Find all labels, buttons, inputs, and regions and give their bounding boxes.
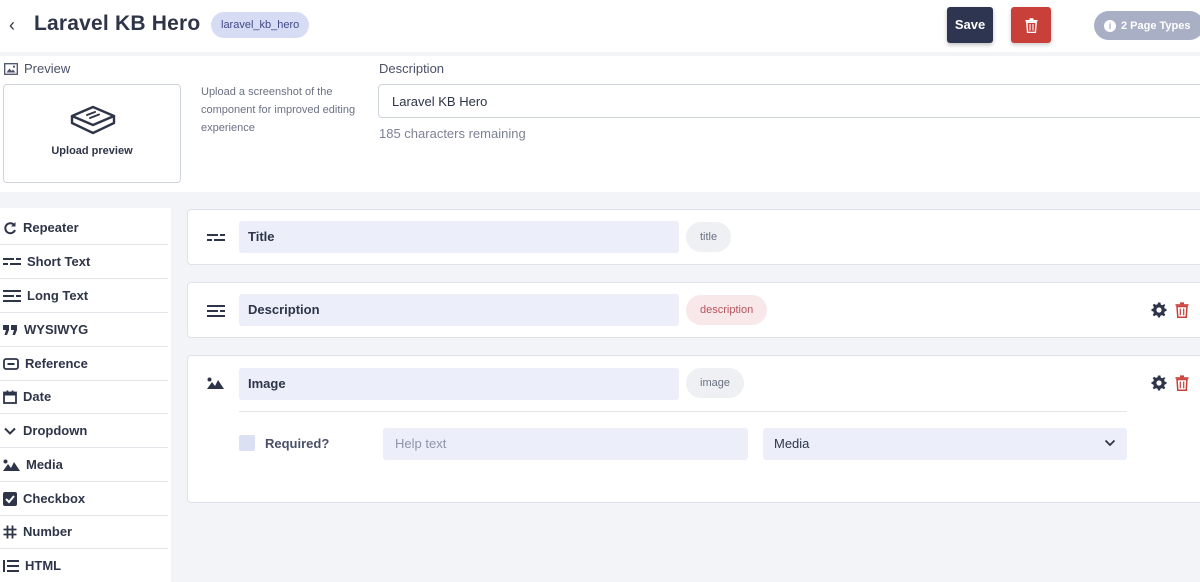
long-text-icon <box>3 289 21 302</box>
sidebar-item-html[interactable]: HTML <box>0 549 168 582</box>
sidebar-item-reference[interactable]: Reference <box>0 347 168 381</box>
component-settings-panel: Preview Upload preview Upload a screensh… <box>0 56 1200 192</box>
checkbox-icon <box>3 491 17 506</box>
sidebar-item-dropdown[interactable]: Dropdown <box>0 414 168 448</box>
required-checkbox[interactable] <box>239 435 255 451</box>
upload-preview-label: Upload preview <box>51 145 133 157</box>
short-text-icon[interactable] <box>207 233 225 243</box>
repeat-icon <box>4 221 16 234</box>
sidebar-item-wysiwyg[interactable]: WYSIWYG <box>0 313 168 347</box>
sidebar-item-label: Long Text <box>27 288 89 303</box>
field-name-input[interactable]: Title <box>239 221 679 253</box>
field-divider <box>239 411 1127 412</box>
page-types-label: 2 Page Types <box>1121 19 1191 32</box>
sidebar-item-long-text[interactable]: Long Text <box>0 279 168 313</box>
chevron-down-icon <box>1104 438 1116 448</box>
field-handle-pill: image <box>686 368 744 398</box>
calendar-icon <box>3 390 17 404</box>
page-types-badge[interactable]: i 2 Page Types <box>1094 11 1200 40</box>
sidebar-item-label: Short Text <box>27 254 91 269</box>
sidebar-item-number[interactable]: Number <box>0 515 168 549</box>
trash-icon[interactable] <box>1175 302 1189 318</box>
media-type-select[interactable]: Media <box>763 428 1127 460</box>
help-text-input[interactable]: Help text <box>383 428 748 460</box>
sidebar-item-date[interactable]: Date <box>0 380 168 414</box>
sidebar-item-media[interactable]: Media <box>0 448 168 482</box>
trash-icon <box>1025 17 1037 33</box>
save-button[interactable]: Save <box>947 7 993 43</box>
sidebar-item-label: Reference <box>25 356 88 371</box>
hash-icon <box>3 525 17 538</box>
preview-label: Preview <box>24 61 71 76</box>
page-title: Laravel KB Hero <box>34 12 201 35</box>
sidebar-item-repeater[interactable]: Repeater <box>0 211 168 245</box>
header-bar: ‹ Laravel KB Hero laravel_kb_hero Save i… <box>0 0 1200 52</box>
sidebar-item-checkbox[interactable]: Checkbox <box>0 482 168 516</box>
short-text-icon <box>3 257 21 265</box>
required-label: Required? <box>265 436 330 451</box>
field-actions <box>1151 375 1189 391</box>
field-card-description: Description description <box>187 282 1200 338</box>
field-type-sidebar: Repeater Short Text Long Text WYSIWYG Re… <box>0 208 171 582</box>
sidebar-item-label: Repeater <box>23 220 79 235</box>
field-actions <box>1151 302 1189 318</box>
link-icon <box>3 357 19 370</box>
component-handle-badge: laravel_kb_hero <box>211 12 310 38</box>
sidebar-item-label: WYSIWYG <box>24 322 89 337</box>
field-card-image: Image image Required? Help text Media <box>187 355 1200 503</box>
description-input[interactable] <box>378 84 1200 118</box>
trash-icon[interactable] <box>1175 375 1189 391</box>
field-handle-pill: title <box>686 222 732 252</box>
sidebar-item-label: Dropdown <box>23 423 88 438</box>
list-icon <box>3 559 19 572</box>
long-text-icon[interactable] <box>207 305 225 317</box>
sidebar-item-label: Checkbox <box>23 491 86 506</box>
description-label: Description <box>379 61 445 76</box>
upload-hint-text: Upload a screenshot of the component for… <box>201 86 356 134</box>
characters-remaining: 185 characters remaining <box>379 126 526 141</box>
sidebar-item-label: Media <box>26 457 63 472</box>
delete-button[interactable] <box>1011 7 1051 43</box>
gear-icon[interactable] <box>1151 375 1167 391</box>
sidebar-item-short-text[interactable]: Short Text <box>0 245 168 279</box>
chevron-down-icon <box>4 427 16 435</box>
quote-icon <box>3 324 17 335</box>
sidebar-item-label: Date <box>23 389 52 404</box>
info-icon: i <box>1104 19 1116 32</box>
preview-heading: Preview <box>4 61 70 76</box>
image-icon[interactable] <box>207 377 224 389</box>
image-icon <box>3 459 20 471</box>
field-name-input[interactable]: Description <box>239 294 679 326</box>
media-type-value: Media <box>774 436 810 451</box>
gear-icon[interactable] <box>1151 302 1167 318</box>
sidebar-item-label: HTML <box>25 558 62 573</box>
upload-preview-dropzone[interactable]: Upload preview <box>3 84 181 183</box>
image-icon <box>4 62 18 75</box>
back-arrow-icon[interactable]: ‹ <box>9 15 15 36</box>
box-icon <box>70 105 116 135</box>
field-card-title: Title title <box>187 209 1200 265</box>
field-handle-pill: description <box>686 295 768 325</box>
field-name-input[interactable]: Image <box>239 368 679 400</box>
sidebar-item-label: Number <box>23 524 73 539</box>
